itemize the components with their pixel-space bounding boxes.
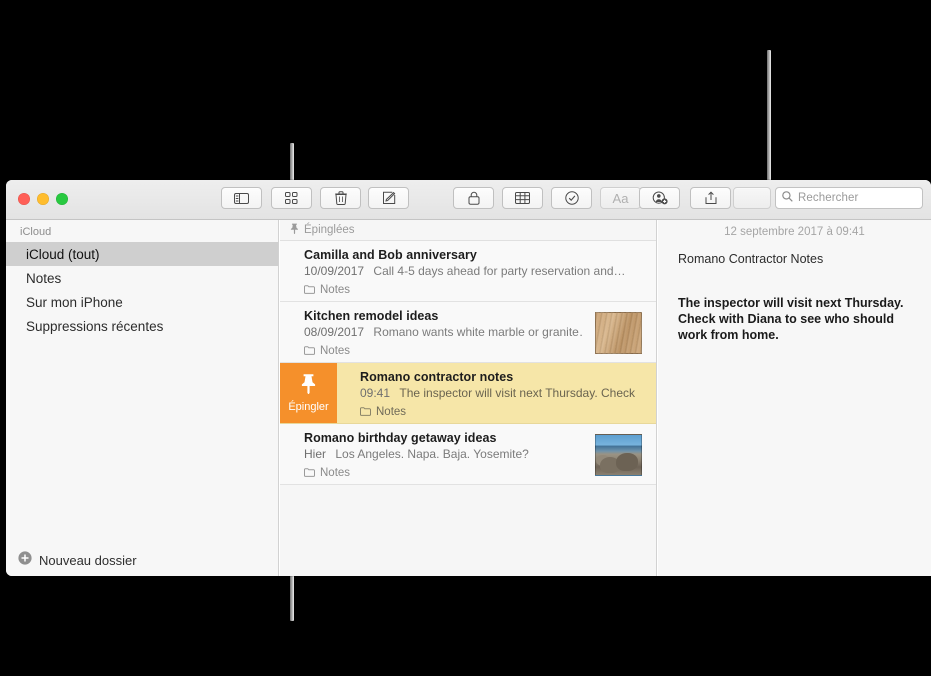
pin-icon — [290, 223, 299, 237]
folder-icon — [360, 403, 371, 421]
note-snippet: Romano wants white marble or granite… — [373, 325, 584, 339]
share-icon — [705, 191, 717, 205]
share-button[interactable] — [690, 187, 731, 209]
note-snippet: Call 4-5 days ahead for party reservatio… — [373, 264, 626, 278]
folder-icon — [304, 342, 315, 360]
sidebar: iCloud iCloud (tout) Notes Sur mon iPhon… — [6, 220, 279, 576]
sidebar-item-label: Notes — [26, 270, 62, 286]
trash-icon — [334, 191, 347, 205]
note-date: 09:41 — [360, 386, 391, 400]
zoom-window-button[interactable] — [56, 193, 68, 205]
sidebar-item-on-my-iphone[interactable]: Sur mon iPhone — [6, 290, 278, 314]
note-list-item[interactable]: Romano birthday getaway ideas Hier Los A… — [280, 424, 656, 485]
note-subtitle: 10/09/2017 Call 4-5 days ahead for party… — [304, 264, 656, 278]
note-folder-name: Notes — [320, 345, 351, 357]
note-thumbnail — [595, 434, 642, 476]
note-subtitle: 09:41 The inspector will visit next Thur… — [360, 386, 656, 400]
add-person-icon — [652, 191, 668, 205]
minimize-window-button[interactable] — [37, 193, 49, 205]
format-button[interactable]: Aa — [600, 187, 641, 209]
note-detail-pane[interactable]: 12 septembre 2017 à 09:41 Romano Contrac… — [658, 220, 931, 576]
checkmark-circle-icon — [564, 191, 579, 205]
sidebar-item-label: iCloud (tout) — [26, 246, 100, 262]
sidebar-section-header: iCloud — [20, 226, 52, 238]
note-folder: Notes — [360, 403, 656, 421]
note-title: Camilla and Bob anniversary — [304, 248, 477, 262]
notes-app-window: Aa Rechercher iCloud iCloud (tout) Notes… — [6, 180, 931, 576]
lock-icon — [468, 191, 480, 205]
note-folder: Notes — [304, 281, 656, 299]
note-subtitle: 08/09/2017 Romano wants white marble or … — [304, 325, 584, 339]
compose-icon — [382, 191, 396, 205]
table-icon — [515, 192, 530, 204]
sidebar-item-label: Suppressions récentes — [26, 318, 164, 334]
sidebar-toggle-button[interactable] — [221, 187, 262, 209]
search-icon — [782, 189, 793, 207]
pin-icon — [300, 373, 317, 399]
sidebar-icon — [234, 192, 249, 204]
new-folder-button[interactable]: Nouveau dossier — [6, 544, 278, 576]
pin-action-label: Épingler — [288, 401, 329, 413]
sidebar-item-label: Sur mon iPhone — [26, 294, 123, 310]
note-list-item[interactable]: Camilla and Bob anniversary 10/09/2017 C… — [280, 241, 656, 302]
checklist-button[interactable] — [551, 187, 592, 209]
aa-icon: Aa — [612, 190, 629, 206]
delete-note-button[interactable] — [320, 187, 361, 209]
note-detail-body[interactable]: Romano Contractor Notes The inspector wi… — [658, 238, 931, 343]
screenshot-root: Aa Rechercher iCloud iCloud (tout) Notes… — [0, 0, 931, 676]
pinned-section-header: Épinglées — [280, 220, 656, 241]
plus-circle-icon — [18, 550, 32, 570]
folder-icon — [304, 464, 315, 482]
note-date: 08/09/2017 — [304, 325, 365, 339]
note-snippet: The inspector will visit next Thursday. … — [399, 386, 636, 400]
search-placeholder: Rechercher — [798, 192, 859, 204]
pinned-section-label: Épinglées — [304, 224, 355, 236]
new-note-button[interactable] — [368, 187, 409, 209]
notes-list[interactable]: Épinglées Camilla and Bob anniversary 10… — [280, 220, 657, 576]
note-date: 10/09/2017 — [304, 264, 365, 278]
toolbar: Aa Rechercher — [6, 180, 931, 220]
note-list-item-swiped[interactable]: Épingler Romano contractor notes 09:41 T… — [280, 363, 656, 424]
sidebar-item-notes[interactable]: Notes — [6, 266, 278, 290]
sidebar-item-icloud-all[interactable]: iCloud (tout) — [6, 242, 278, 266]
note-snippet: Los Angeles. Napa. Baja. Yosemite? — [335, 447, 529, 461]
note-folder-name: Notes — [376, 406, 407, 418]
add-people-button[interactable] — [639, 187, 680, 209]
close-window-button[interactable] — [18, 193, 30, 205]
search-input[interactable]: Rechercher — [775, 187, 923, 209]
lock-note-button[interactable] — [453, 187, 494, 209]
add-table-button[interactable] — [502, 187, 543, 209]
note-list-item[interactable]: Kitchen remodel ideas 08/09/2017 Romano … — [280, 302, 656, 363]
folder-icon — [304, 281, 315, 299]
gallery-view-button[interactable] — [271, 187, 312, 209]
thumbnail-detail — [616, 453, 638, 471]
note-date: Hier — [304, 447, 327, 461]
note-folder-name: Notes — [320, 284, 351, 296]
toolbar-overflow-button[interactable] — [733, 187, 771, 209]
grid-icon — [285, 191, 298, 205]
note-detail-date: 12 septembre 2017 à 09:41 — [724, 226, 865, 238]
new-folder-label: Nouveau dossier — [39, 552, 137, 568]
sidebar-item-recently-deleted[interactable]: Suppressions récentes — [6, 314, 278, 338]
note-thumbnail — [595, 312, 642, 354]
note-detail-title: Romano Contractor Notes — [678, 252, 824, 266]
note-title: Romano contractor notes — [360, 370, 514, 384]
pin-action-button[interactable]: Épingler — [280, 363, 337, 423]
note-folder-name: Notes — [320, 467, 351, 479]
note-detail-paragraph: The inspector will visit next Thursday. … — [678, 296, 904, 342]
